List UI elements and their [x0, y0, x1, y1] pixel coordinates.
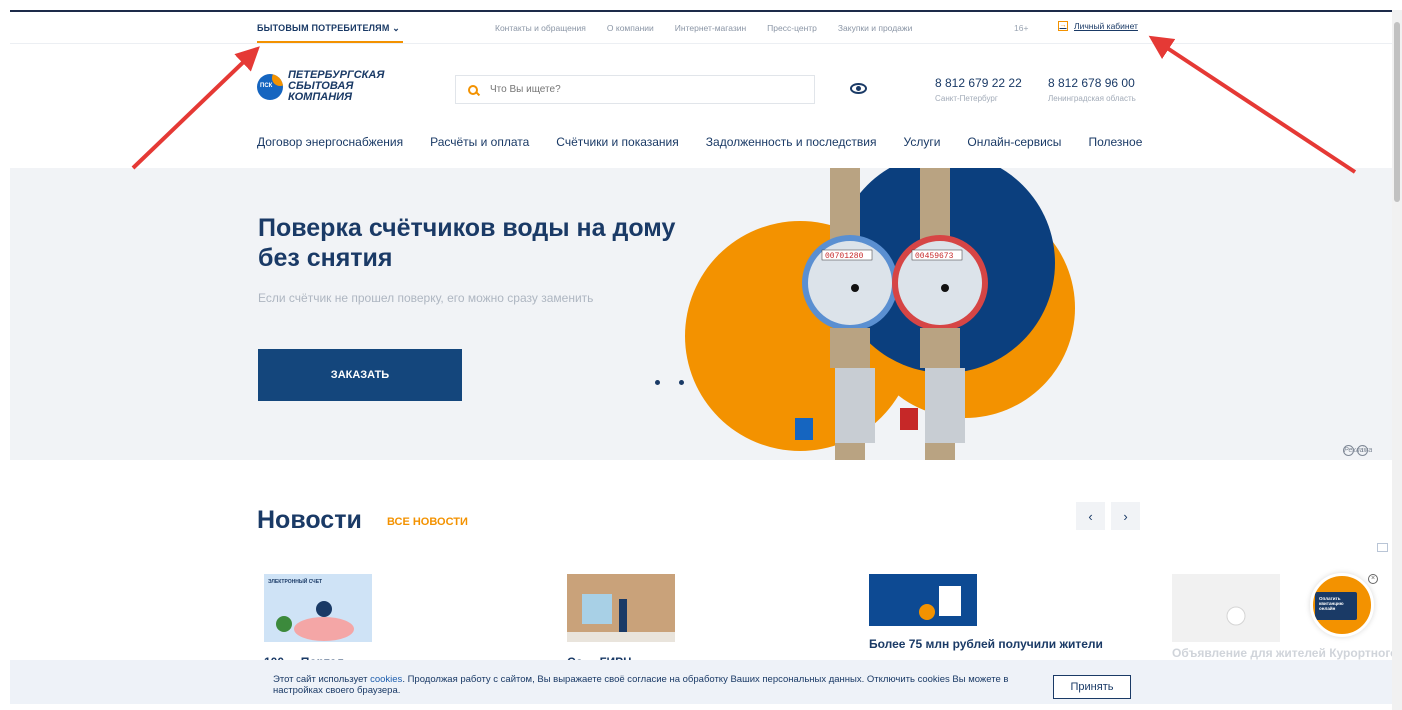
active-underline: [257, 41, 403, 43]
info-icon: i: [1357, 445, 1368, 456]
top-link-shop[interactable]: Интернет-магазин: [675, 23, 746, 33]
main-nav: Договор энергоснабжения Расчёты и оплата…: [257, 135, 1142, 149]
logo[interactable]: ПСК ПЕТЕРБУРГСКАЯ СБЫТОВАЯ КОМПАНИЯ: [257, 70, 384, 103]
news-image-1[interactable]: ЭЛЕКТРОННЫЙ СЧЕТ: [264, 574, 372, 642]
search-icon[interactable]: [468, 84, 478, 95]
news-next-button[interactable]: ›: [1111, 502, 1140, 530]
nav-item-useful[interactable]: Полезное: [1088, 135, 1142, 149]
age-rating: 16+: [1014, 23, 1029, 33]
news-image-2[interactable]: [567, 574, 675, 642]
news-image-3[interactable]: [869, 574, 977, 642]
hero-title: Поверка счётчиков воды на дому без сняти…: [258, 214, 676, 272]
slider-dot[interactable]: [655, 379, 660, 385]
logo-icon: ПСК: [257, 73, 283, 100]
nav-item-services[interactable]: Услуги: [904, 135, 941, 149]
consumer-menu[interactable]: БЫТОВЫМ ПОТРЕБИТЕЛЯМ ⌄: [257, 23, 400, 34]
nav-item-payments[interactable]: Расчёты и оплата: [430, 135, 529, 149]
nav-item-contract[interactable]: Договор энергоснабжения: [257, 135, 403, 149]
all-news-link[interactable]: ВСЕ НОВОСТИ: [387, 516, 468, 528]
scrollbar-thumb[interactable]: [1394, 22, 1400, 202]
ad-label-text: Реклама: [1342, 445, 1373, 456]
consumer-label: БЫТОВЫМ ПОТРЕБИТЕЛЯМ: [257, 23, 390, 33]
top-link-press[interactable]: Пресс-центр: [767, 23, 817, 33]
cookie-banner: Этот сайт использует cookies. Продолжая …: [10, 660, 1392, 704]
page: БЫТОВЫМ ПОТРЕБИТЕЛЯМ ⌄ Контакты и обраще…: [0, 0, 1402, 710]
nav-item-online[interactable]: Онлайн-сервисы: [967, 135, 1061, 149]
news-item-title[interactable]: Более 75 млн рублей получили жители: [869, 637, 1103, 651]
accept-cookies-button[interactable]: Принять: [1053, 675, 1131, 699]
mail-icon[interactable]: [1377, 543, 1388, 552]
meter-reading-right: 00459673: [915, 252, 954, 261]
cabinet-label: Личный кабинет: [1074, 21, 1138, 31]
search-box[interactable]: [455, 75, 815, 104]
arrow-to-consumer-menu: [131, 46, 260, 170]
search-input[interactable]: [490, 84, 790, 95]
top-bar: БЫТОВЫМ ПОТРЕБИТЕЛЯМ ⌄ Контакты и обраще…: [10, 12, 1392, 44]
news-image-caption: ЭЛЕКТРОННЫЙ СЧЕТ: [268, 577, 322, 585]
arrow-to-cabinet: [1148, 35, 1357, 174]
close-icon[interactable]: ×: [1368, 574, 1378, 584]
phone-spb[interactable]: 8 812 679 22 22 Санкт-Петербург: [935, 76, 1022, 103]
pay-online-widget[interactable]: Оплатить квитанцию онлайн: [1310, 573, 1374, 637]
phone-lo[interactable]: 8 812 678 96 00 Ленинградская область: [1048, 76, 1136, 103]
hero-banner: Поверка счётчиков воды на дому без сняти…: [10, 168, 1392, 460]
cookies-link[interactable]: cookies: [370, 674, 402, 685]
news-title: Новости: [257, 506, 362, 534]
order-button[interactable]: ЗАКАЗАТЬ: [258, 349, 462, 401]
logo-text: ПЕТЕРБУРГСКАЯ СБЫТОВАЯ КОМПАНИЯ: [288, 69, 385, 103]
personal-cabinet-link[interactable]: → Личный кабинет: [1058, 21, 1138, 31]
top-link-contacts[interactable]: Контакты и обращения: [495, 23, 586, 33]
chevron-down-icon: ⌄: [392, 23, 401, 33]
hero-subtitle: Если счётчик не прошел поверку, его можн…: [258, 291, 594, 305]
nav-item-debt[interactable]: Задолженность и последствия: [706, 135, 877, 149]
login-icon: →: [1058, 21, 1068, 31]
pay-widget-label: Оплатить квитанцию онлайн: [1315, 592, 1357, 620]
accessibility-eye-icon[interactable]: [850, 83, 867, 94]
meter-reading-left: 00701280: [825, 252, 864, 261]
ad-label[interactable]: Реклама i: [1342, 443, 1373, 456]
top-link-purchases[interactable]: Закупки и продажи: [838, 23, 912, 33]
water-meters-illustration: 00701280 00459673: [685, 168, 1075, 460]
news-prev-button[interactable]: ‹: [1076, 502, 1105, 530]
news-image-4[interactable]: [1172, 574, 1280, 642]
top-link-about[interactable]: О компании: [607, 23, 654, 33]
news-item-title[interactable]: Объявление для жителей Курортного: [1172, 646, 1398, 660]
top-links: Контакты и обращения О компании Интернет…: [495, 23, 912, 33]
nav-item-meters[interactable]: Счётчики и показания: [556, 135, 678, 149]
cookie-text: Этот сайт использует cookies. Продолжая …: [273, 674, 1009, 696]
